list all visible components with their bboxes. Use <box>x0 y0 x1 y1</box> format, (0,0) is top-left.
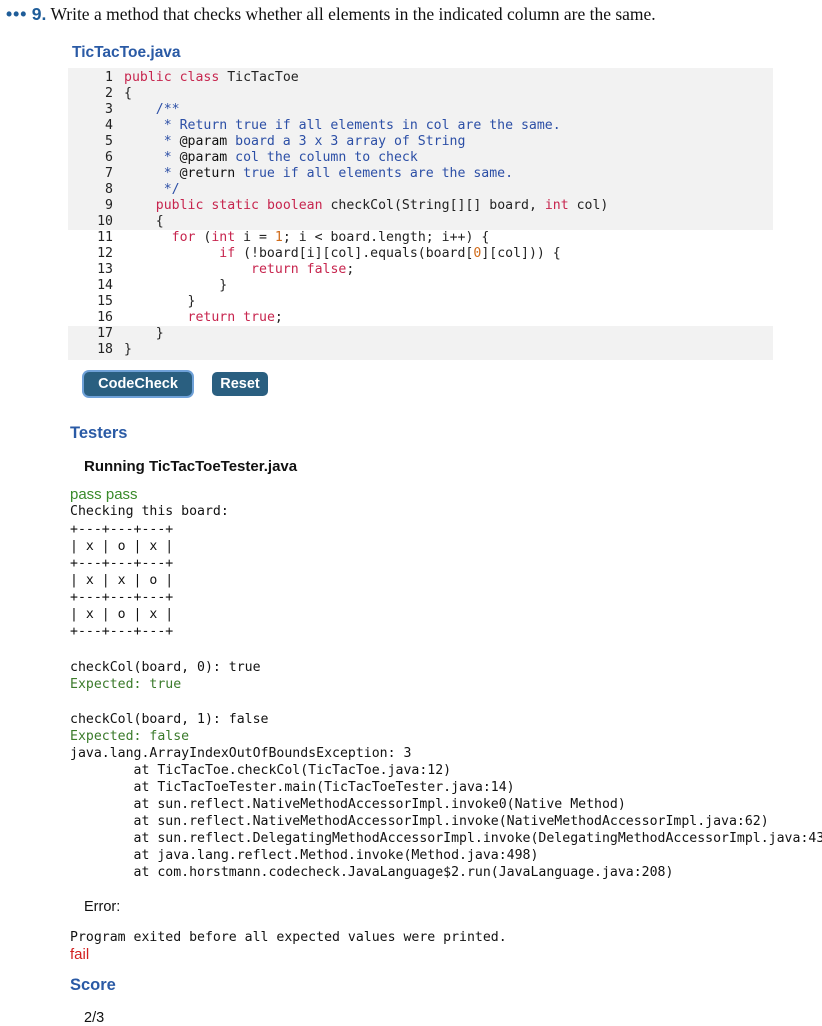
line-code: for (int i = 1; i < board.length; i++) { <box>171 230 490 245</box>
line-code: * @return true if all elements are the s… <box>124 166 514 181</box>
code-line: 4 * Return true if all elements in col a… <box>68 118 773 134</box>
stack-line: at TicTacToe.checkCol(TicTacToe.java:12) <box>70 763 452 778</box>
line-number: 1 <box>105 70 113 85</box>
line-number: 6 <box>105 150 113 165</box>
line-number: 18 <box>97 342 113 357</box>
checking-board-text: Checking this board: <box>70 504 229 519</box>
line-number: 17 <box>97 326 113 341</box>
board-line: | x | o | x | <box>70 539 174 554</box>
code-line: 14 } <box>68 278 773 294</box>
line-code: * Return true if all elements in col are… <box>124 118 561 133</box>
code-line: 6 * @param col the column to check <box>68 150 773 166</box>
code-line: 1 public class TicTacToe <box>68 70 773 86</box>
line-code: } <box>124 278 228 293</box>
line-code: } <box>124 342 132 357</box>
line-number: 12 <box>97 246 113 261</box>
fail-text: fail <box>70 946 90 963</box>
code-line: 16 return true; <box>68 310 773 326</box>
code-line: 5 * @param board a 3 x 3 array of String <box>68 134 773 150</box>
code-line: 11 for (int i = 1; i < board.length; i++… <box>68 230 773 246</box>
line-code: * @param col the column to check <box>124 150 418 165</box>
board-line: +---+---+---+ <box>70 522 174 537</box>
code-line: 15 } <box>68 294 773 310</box>
line-number: 10 <box>97 214 113 229</box>
error-label: Error: <box>84 899 121 915</box>
result-col0: checkCol(board, 0): true <box>70 660 261 675</box>
line-number: 15 <box>97 294 113 309</box>
code-line: 3 /** <box>68 102 773 118</box>
line-code: { <box>124 214 164 229</box>
file-title: TicTacToe.java <box>72 44 181 61</box>
stack-line: at sun.reflect.NativeMethodAccessorImpl.… <box>70 814 769 829</box>
stack-line: at com.horstmann.codecheck.JavaLanguage$… <box>70 865 674 880</box>
score-heading: Score <box>70 976 116 994</box>
line-number: 7 <box>105 166 113 181</box>
pass-pass-text: pass pass <box>70 486 138 503</box>
line-number: 4 <box>105 118 113 133</box>
problem-statement: ••• 9. Write a method that checks whethe… <box>6 4 656 25</box>
difficulty-dots: ••• <box>6 4 28 24</box>
line-code: /** <box>124 102 180 117</box>
codecheck-button[interactable]: CodeCheck <box>84 372 192 396</box>
reset-button[interactable]: Reset <box>212 372 268 396</box>
line-number: 8 <box>105 182 113 197</box>
line-code: return false; <box>251 262 355 277</box>
problem-number: 9. <box>31 4 47 24</box>
code-line: 9 public static boolean checkCol(String[… <box>68 198 773 214</box>
testers-heading: Testers <box>70 424 128 442</box>
stack-line: at sun.reflect.NativeMethodAccessorImpl.… <box>70 797 626 812</box>
line-number: 3 <box>105 102 113 117</box>
code-line: 7 * @return true if all elements are the… <box>68 166 773 182</box>
running-tester-heading: Running TicTacToeTester.java <box>84 458 298 475</box>
expected-col0: Expected: true <box>70 677 182 692</box>
line-number: 13 <box>97 262 113 277</box>
line-code: public static boolean checkCol(String[][… <box>155 198 609 213</box>
stack-line: at java.lang.reflect.Method.invoke(Metho… <box>70 848 539 863</box>
exception-text: java.lang.ArrayIndexOutOfBoundsException… <box>70 746 412 761</box>
line-code: if (!board[i][col].equals(board[0][col])… <box>219 246 561 261</box>
board-line: +---+---+---+ <box>70 590 174 605</box>
code-line: 17 } <box>68 326 773 342</box>
board-line: +---+---+---+ <box>70 556 174 571</box>
exit-message: Program exited before all expected value… <box>70 930 507 945</box>
line-code: */ <box>124 182 180 197</box>
line-number: 16 <box>97 310 113 325</box>
line-number: 9 <box>105 198 113 213</box>
line-code: } <box>124 326 164 341</box>
code-line: 2{ <box>68 86 773 102</box>
board-line: | x | x | o | <box>70 573 174 588</box>
code-line: 13 return false; <box>68 262 773 278</box>
result-col1: checkCol(board, 1): false <box>70 712 269 727</box>
line-number: 11 <box>97 230 113 245</box>
stack-line: at sun.reflect.DelegatingMethodAccessorI… <box>70 831 822 846</box>
code-line: 8 */ <box>68 182 773 198</box>
line-code: } <box>124 294 196 309</box>
line-code: return true; <box>187 310 283 325</box>
board-line: +---+---+---+ <box>70 624 174 639</box>
code-line: 18} <box>68 342 773 358</box>
expected-col1: Expected: false <box>70 729 190 744</box>
line-number: 2 <box>105 86 113 101</box>
line-number: 5 <box>105 134 113 149</box>
line-code: { <box>124 86 132 101</box>
line-code: * @param board a 3 x 3 array of String <box>124 134 466 149</box>
problem-text: Write a method that checks whether all e… <box>50 4 656 24</box>
line-number: 14 <box>97 278 113 293</box>
board-line: | x | o | x | <box>70 607 174 622</box>
line-code: public class TicTacToe <box>124 70 299 85</box>
code-line: 10 { <box>68 214 773 230</box>
code-line: 12 if (!board[i][col].equals(board[0][co… <box>68 246 773 262</box>
stack-line: at TicTacToeTester.main(TicTacToeTester.… <box>70 780 515 795</box>
